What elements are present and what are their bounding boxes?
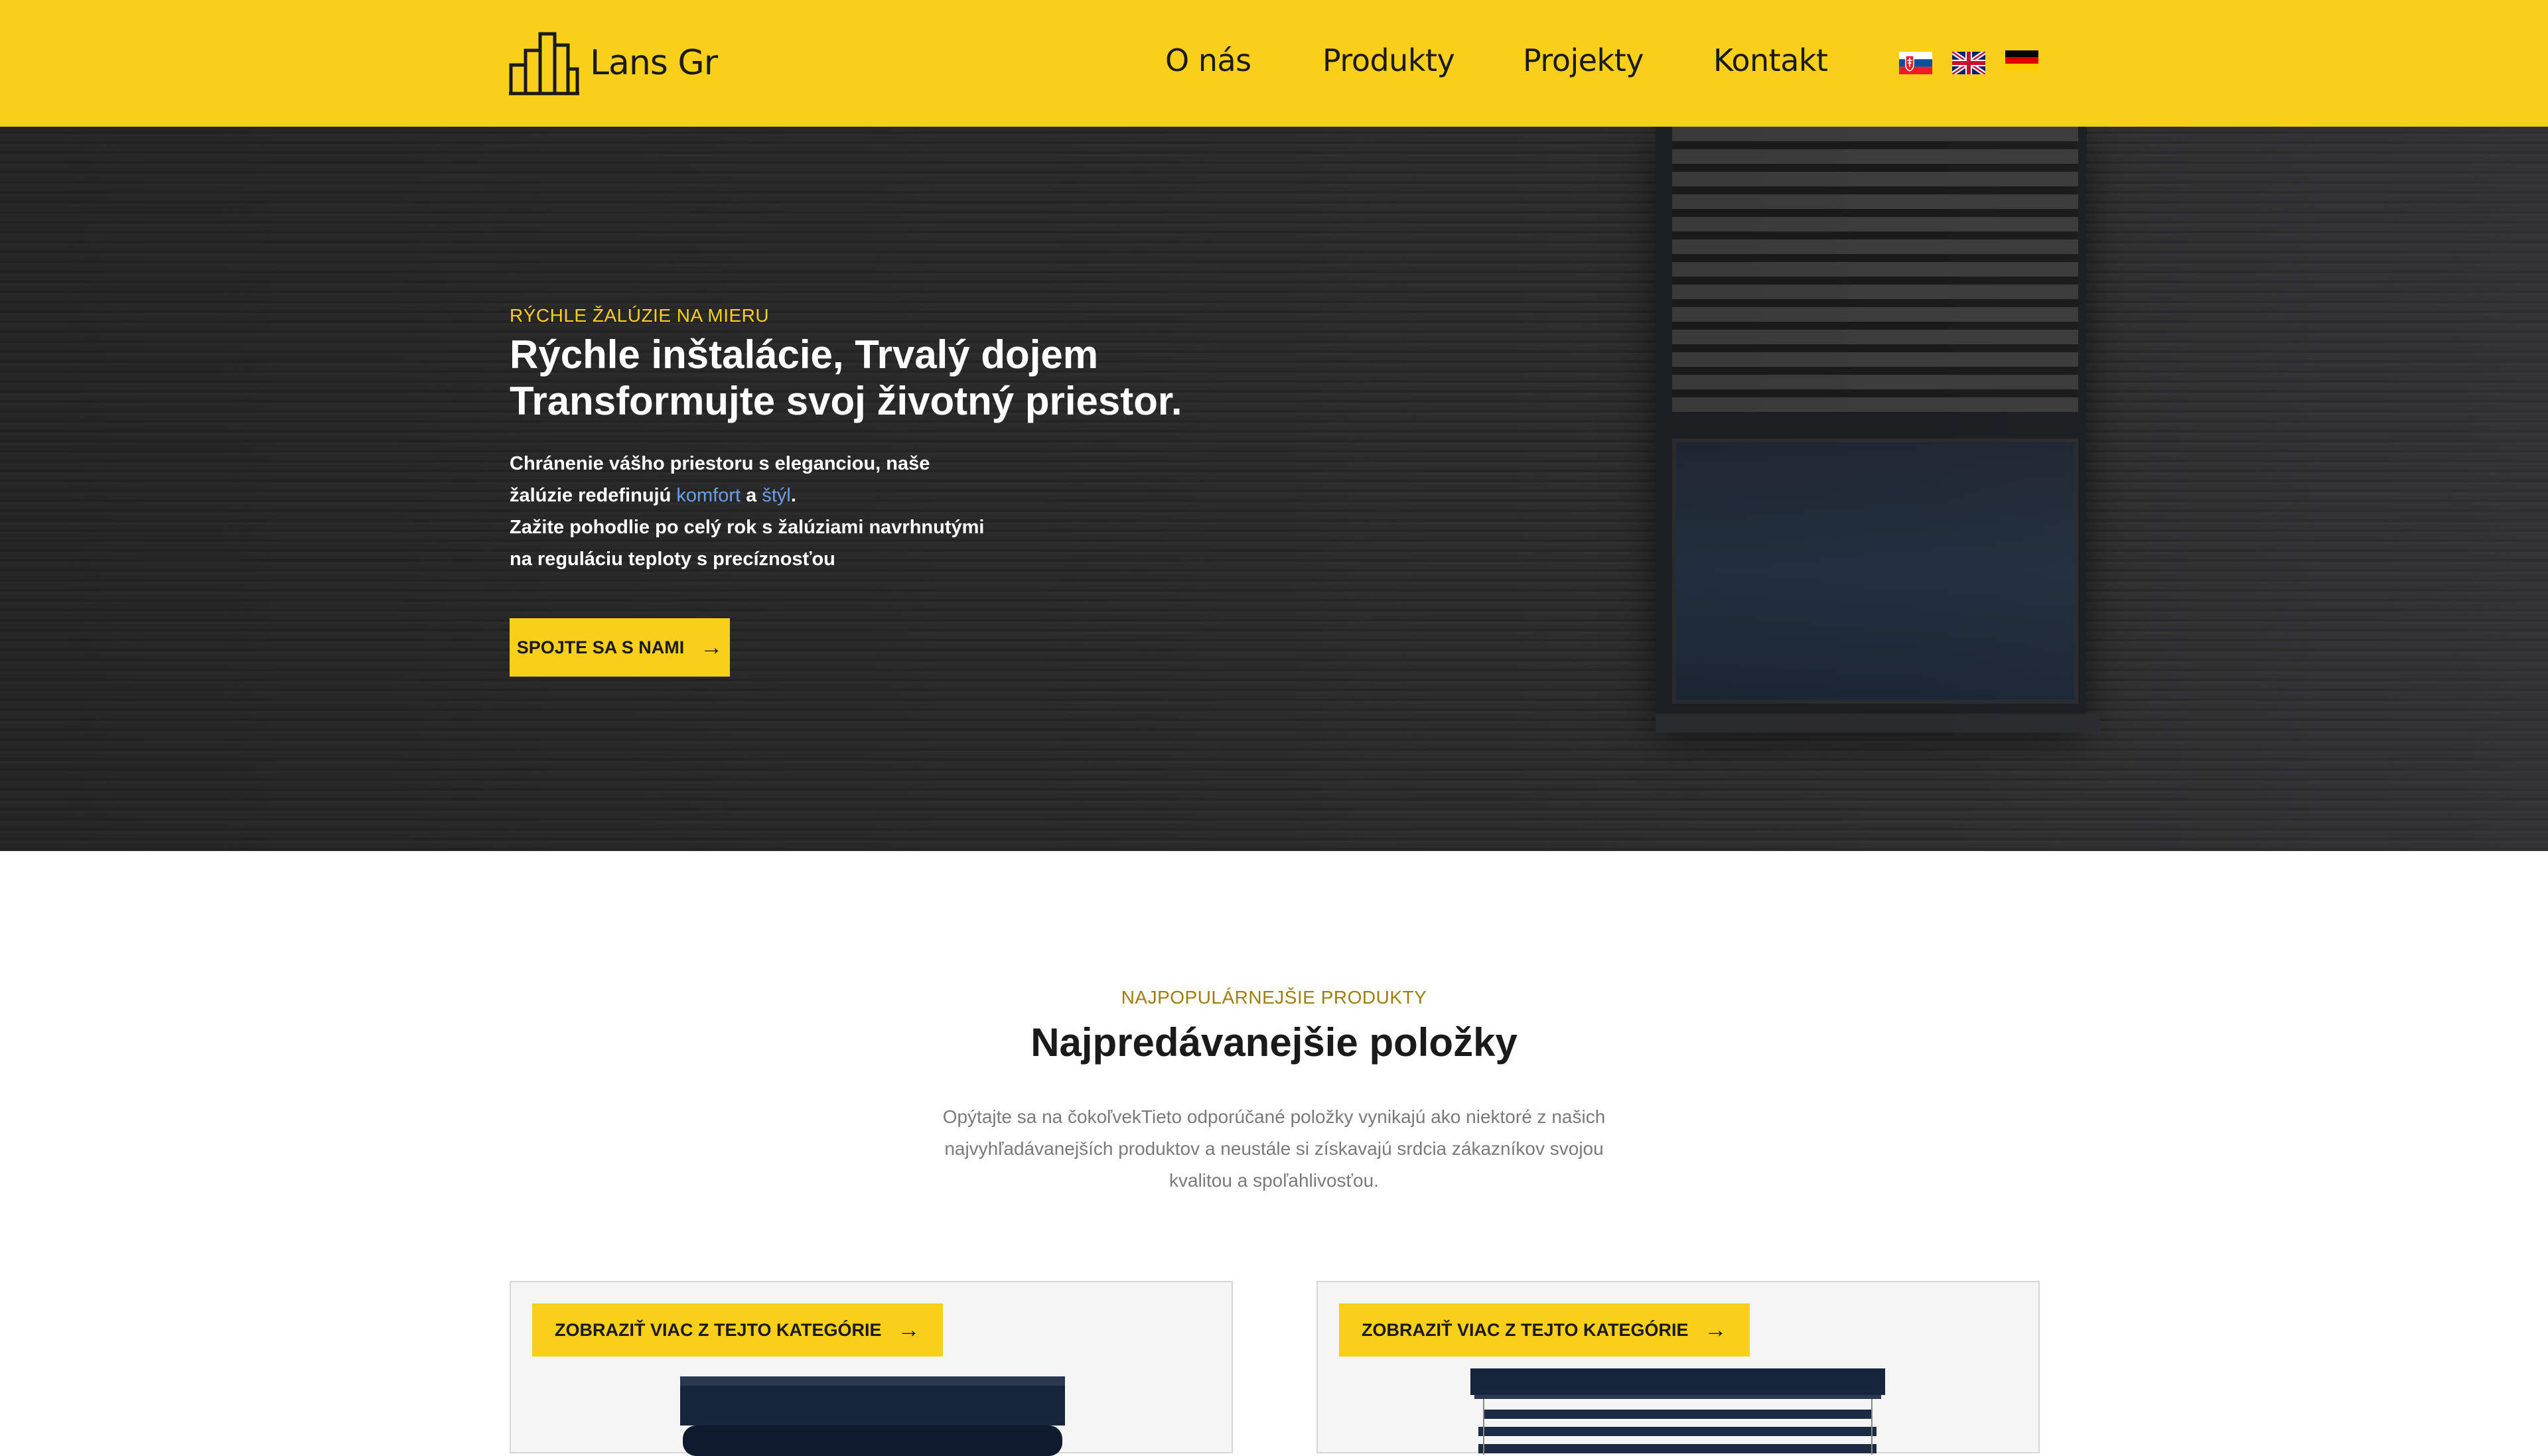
buildings-logo-icon bbox=[509, 32, 579, 96]
product-image-venetian-blind bbox=[1470, 1368, 1885, 1455]
brand-name: Lans Gr bbox=[590, 43, 718, 83]
view-category-button[interactable]: ZOBRAZIŤ VIAC Z TEJTO KATEGÓRIE → bbox=[1339, 1303, 1750, 1357]
contact-us-button[interactable]: SPOJTE SA S NAMI → bbox=[510, 618, 730, 677]
uk-flag-icon[interactable] bbox=[1952, 52, 1985, 74]
hero-title: Rýchle inštalácie, Trvalý dojem Transfor… bbox=[510, 332, 1182, 423]
brand-logo[interactable]: Lans Gr bbox=[509, 31, 718, 96]
products-eyebrow: NAJPOPULÁRNEJŠIE PRODUKTY bbox=[1121, 987, 1427, 1008]
german-flag-icon[interactable] bbox=[2005, 50, 2038, 70]
highlight-komfort: komfort bbox=[676, 485, 741, 506]
site-header: Lans Gr O nás Produkty Projekty Kontakt bbox=[0, 0, 2548, 127]
product-image-blind-box bbox=[680, 1376, 1065, 1456]
nav-item-o-nas[interactable]: O nás bbox=[1165, 42, 1251, 78]
hero-description: Chránenie vášho priestoru s eleganciou, … bbox=[510, 453, 985, 570]
nav-item-projekty[interactable]: Projekty bbox=[1523, 42, 1644, 78]
slovak-flag-icon[interactable] bbox=[1899, 52, 1932, 74]
arrow-right-icon: → bbox=[1704, 1317, 1727, 1343]
arrow-right-icon: → bbox=[897, 1317, 920, 1343]
products-title: Najpredávanejšie položky bbox=[1030, 1020, 1518, 1065]
highlight-styl: štýl bbox=[762, 485, 791, 506]
nav-item-produkty[interactable]: Produkty bbox=[1322, 42, 1455, 78]
view-category-button[interactable]: ZOBRAZIŤ VIAC Z TEJTO KATEGÓRIE → bbox=[532, 1303, 943, 1357]
products-description: Opýtajte sa na čokoľvekTieto odporúčané … bbox=[942, 1106, 1606, 1191]
nav-item-kontakt[interactable]: Kontakt bbox=[1713, 42, 1828, 78]
product-card: ZOBRAZIŤ VIAC Z TEJTO KATEGÓRIE → bbox=[510, 1281, 1233, 1456]
hero-banner bbox=[0, 127, 2548, 851]
arrow-right-icon: → bbox=[700, 634, 723, 660]
product-card: ZOBRAZIŤ VIAC Z TEJTO KATEGÓRIE → bbox=[1316, 1281, 2040, 1455]
hero-eyebrow: RÝCHLE ŽALÚZIE NA MIERU bbox=[510, 305, 770, 326]
